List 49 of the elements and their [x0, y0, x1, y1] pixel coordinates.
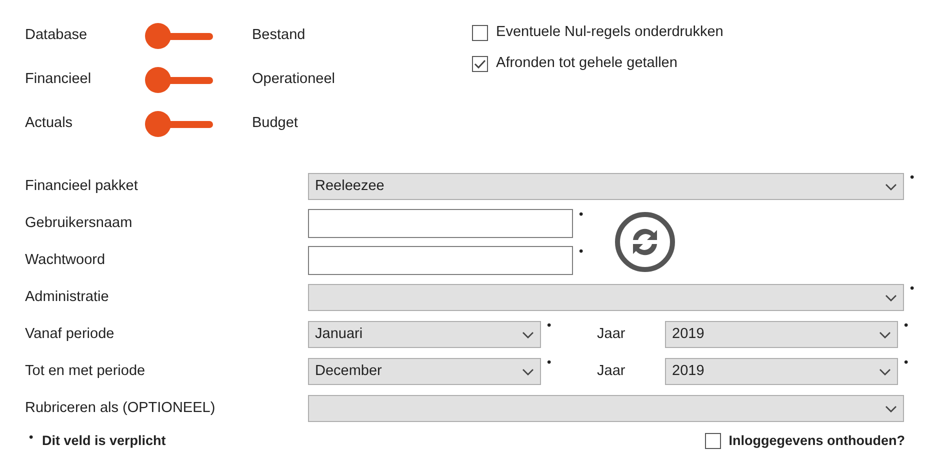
caret-icon — [522, 330, 534, 338]
field-label: Rubriceren als (OPTIONEEL) — [25, 398, 216, 418]
checkbox[interactable] — [472, 56, 488, 72]
checkbox[interactable] — [704, 433, 721, 450]
required-mark: • — [579, 208, 584, 220]
checkbox-label: Inloggegevens onthouden? — [728, 432, 905, 450]
toggle-label: Operationeel — [252, 70, 336, 90]
field-label: Jaar — [597, 362, 626, 381]
checkbox-label: Eventuele Nul-regels onderdrukken — [496, 22, 724, 42]
required-mark: • — [904, 319, 910, 331]
caret-icon — [885, 294, 897, 302]
required-mark: • — [910, 282, 916, 294]
toggle-label: Budget — [252, 114, 298, 134]
caret-icon — [885, 182, 897, 190]
input-field[interactable] — [308, 209, 573, 238]
field-label: Tot en met periode — [25, 362, 146, 381]
dropdown[interactable]: 2019 — [665, 358, 898, 385]
field-label: Wachtwoord — [25, 250, 106, 270]
checkbox-label: Afronden tot gehele getallen — [496, 54, 678, 73]
caret-icon — [522, 368, 534, 376]
required-mark: • — [547, 356, 552, 368]
caret-icon — [879, 330, 891, 338]
toggle-label: Database — [25, 26, 88, 46]
field-label: Gebruikersnaam — [25, 214, 134, 233]
caret-icon — [885, 404, 897, 412]
toggle-switch[interactable] — [145, 111, 213, 137]
caret-icon — [879, 368, 891, 376]
toggle-switch[interactable] — [145, 23, 213, 49]
toggle-switch[interactable] — [145, 67, 213, 93]
input-field[interactable] — [308, 246, 573, 275]
required-mark: • — [29, 431, 34, 443]
refresh-icon[interactable] — [614, 211, 676, 273]
dropdown[interactable]: 2019 — [665, 321, 898, 348]
dropdown[interactable]: Reeleezee — [308, 173, 904, 200]
toggle-label: Actuals — [25, 114, 74, 134]
dropdown[interactable]: Januari — [308, 321, 541, 348]
checkbox[interactable] — [472, 24, 488, 40]
field-label: Jaar — [597, 324, 626, 344]
required-mark: • — [910, 171, 916, 183]
field-label: Administratie — [25, 288, 110, 307]
required-mark: • — [547, 319, 552, 331]
toggle-label: Bestand — [252, 26, 306, 46]
required-mark: • — [579, 245, 584, 257]
toggle-label: Financieel — [25, 70, 92, 90]
required-mark: • — [904, 356, 910, 368]
dropdown[interactable]: December — [308, 358, 541, 385]
required-note: Dit veld is verplicht — [42, 432, 166, 450]
field-label: Financieel pakket — [25, 176, 139, 196]
field-label: Vanaf periode — [25, 324, 116, 344]
